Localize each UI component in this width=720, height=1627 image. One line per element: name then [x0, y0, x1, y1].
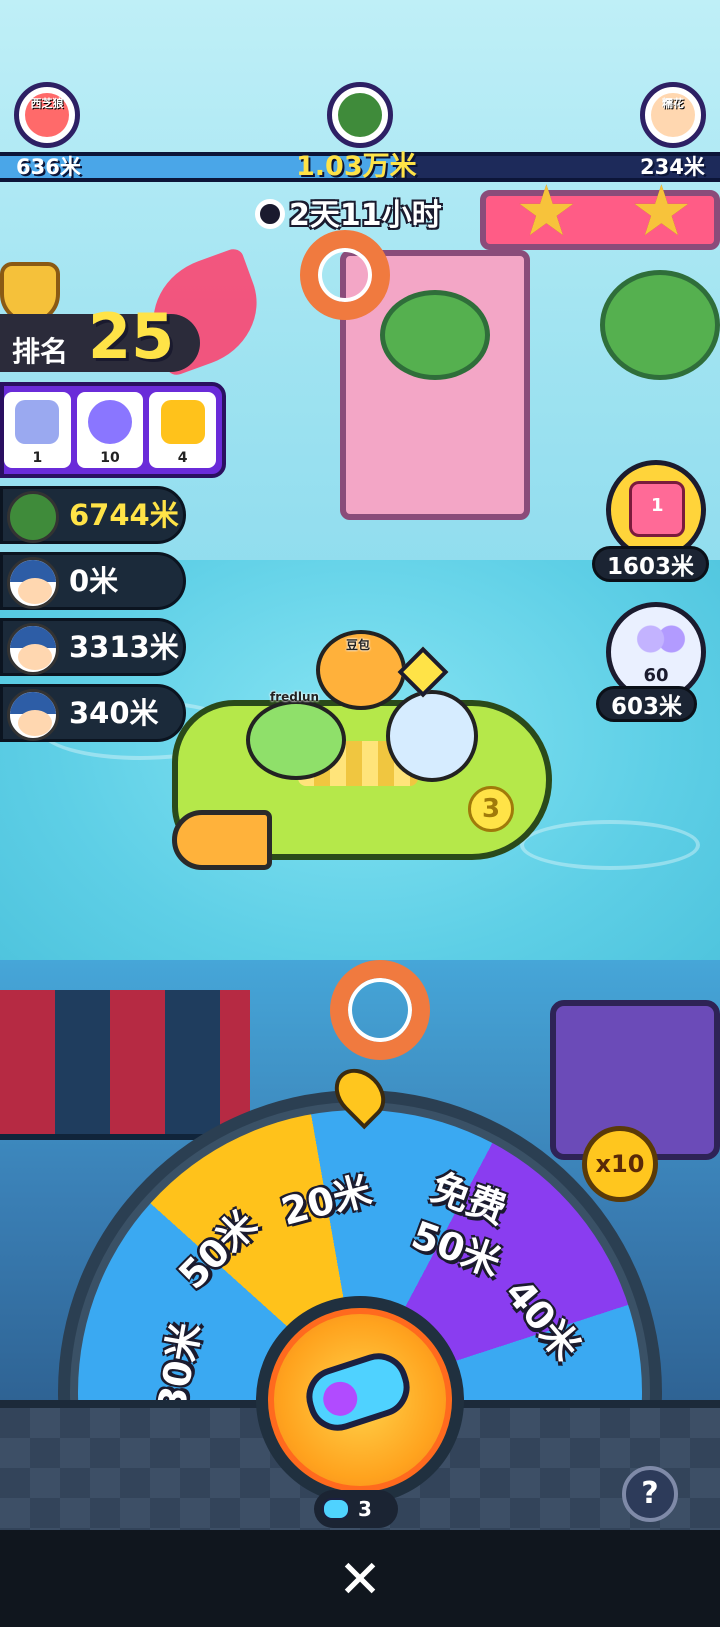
right-player-distance: 234米 [640, 155, 705, 179]
teammate-distance: 0米 [69, 564, 119, 598]
rank-label: 排名 [12, 335, 69, 368]
ticket-counter: 3 [314, 1490, 398, 1528]
ticket-card-icon [160, 400, 205, 444]
palm-tree [600, 270, 720, 380]
help-button[interactable]: ? [622, 1466, 678, 1522]
palm-tree [380, 290, 490, 380]
multiplier-button[interactable]: x10 [582, 1126, 658, 1202]
teammate-row[interactable]: 0米 [0, 552, 186, 610]
event-timer: 2天11小时 [255, 190, 442, 234]
boy-avatar [7, 557, 59, 609]
pet-name: 豆包 [346, 638, 371, 652]
boy-avatar [7, 623, 59, 675]
center-player-avatar[interactable] [327, 82, 393, 148]
ice-pet[interactable] [386, 690, 478, 782]
life-ring [330, 960, 430, 1060]
rank-rewards[interactable]: 1 10 4 [0, 382, 226, 478]
boy-avatar [7, 689, 59, 741]
ripple [520, 820, 700, 870]
left-player-distance: 636米 [16, 155, 81, 179]
pet-name: fredlun [270, 690, 320, 704]
star-decoration: ★ [515, 170, 578, 252]
rank-value: 25 [88, 300, 175, 373]
stopwatch-icon [255, 199, 285, 229]
right-player-avatar[interactable] [640, 82, 706, 148]
chest-distance: 1603米 [592, 546, 710, 582]
teammate-row[interactable]: 6744米 [0, 486, 186, 544]
reward-ticket-card[interactable]: 4 [149, 392, 217, 468]
orb-distance: 603米 [596, 686, 698, 722]
teammate-distance: 3313米 [69, 630, 179, 664]
close-button[interactable]: ✕ [330, 1550, 390, 1610]
dragon-pet[interactable] [246, 700, 346, 780]
mystery-box-icon [15, 400, 60, 444]
tree-avatar [7, 491, 59, 543]
teammate-distance: 340米 [69, 696, 159, 730]
reward-count: 4 [177, 450, 188, 466]
reward-count: 10 [100, 450, 120, 466]
reward-count: 1 [32, 450, 43, 466]
teammate-row[interactable]: 340米 [0, 684, 186, 742]
orb-balls [635, 623, 687, 663]
gift-chest-icon[interactable]: 1 [606, 460, 706, 560]
shop-awning [0, 990, 250, 1140]
center-player-distance: 1.03万米 [296, 151, 417, 182]
ticket-count: 3 [358, 1497, 372, 1521]
orb-badge: 60 [643, 665, 669, 686]
chest-badge: 1 [651, 495, 664, 516]
left-player-avatar[interactable] [14, 82, 80, 148]
boat-number: 3 [468, 786, 514, 832]
reward-mystery-box[interactable]: 1 [4, 392, 71, 468]
star-decoration: ★ [630, 170, 693, 252]
reward-capsule[interactable]: 10 [76, 392, 144, 468]
life-ring [300, 230, 390, 320]
timer-text: 2天11小时 [289, 198, 442, 233]
capsule-icon [88, 400, 132, 444]
teammate-row[interactable]: 3313米 [0, 618, 186, 676]
pencil-bow [172, 810, 272, 870]
left-player-name: 西芝狼 [30, 97, 64, 110]
ticket-mini-icon [322, 1498, 350, 1520]
teammate-distance: 6744米 [69, 498, 179, 532]
right-player-name: 糯花 [662, 97, 684, 110]
